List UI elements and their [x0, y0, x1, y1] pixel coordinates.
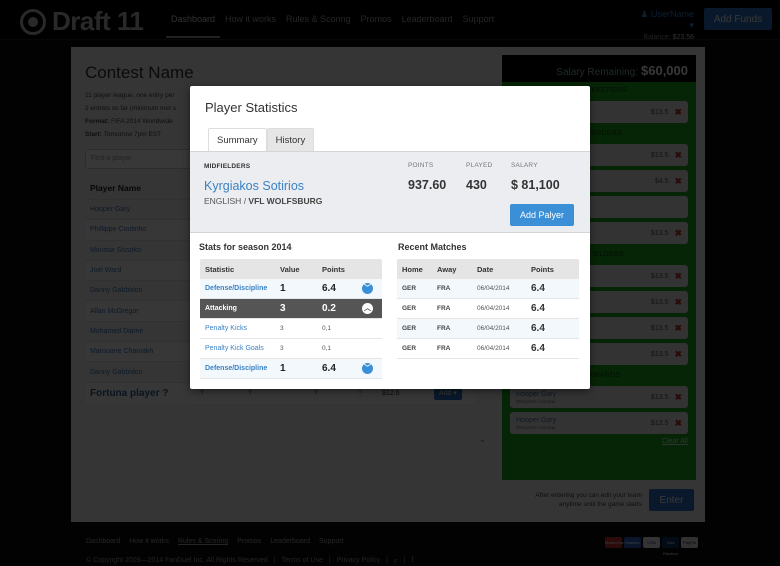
stat-points: 6.4: [322, 363, 336, 374]
points-value: 937.60: [408, 178, 447, 192]
stats-row[interactable]: Defense/Discipline 1 6.4 ﹀: [200, 359, 382, 379]
stat-value: 3: [280, 345, 284, 352]
add-player-button[interactable]: Add Palyer: [510, 204, 574, 226]
stat-points: 6.4: [322, 283, 336, 294]
salary-value: $ 81,100: [511, 178, 560, 192]
stat-name[interactable]: Penalty Kick Goals: [200, 345, 280, 352]
matches-section-title: Recent Matches: [398, 242, 467, 252]
stat-value: 1: [280, 283, 286, 294]
stat-name[interactable]: Defense/Discipline: [200, 365, 280, 372]
stats-row[interactable]: Attacking 3 0.2 ︿: [200, 299, 382, 319]
match-row: GER FRA 06/04/2014 6.4: [397, 279, 579, 299]
tab-summary[interactable]: Summary: [208, 128, 267, 152]
modal-tabs: Summary History: [208, 128, 315, 152]
toggle-cell: ﹀: [362, 363, 382, 374]
stats-table: Statistic Value Points Defense/Disciplin…: [200, 259, 382, 379]
col-statistic: Statistic: [205, 264, 235, 274]
stat-points: 0,1: [322, 345, 332, 352]
match-away: FRA: [437, 305, 451, 312]
player-position: MIDFIELDERS: [204, 163, 251, 170]
match-points: 6.4: [531, 303, 545, 314]
played-label: PLAYED: [466, 162, 493, 169]
match-row: GER FRA 06/04/2014 6.4: [397, 299, 579, 319]
col-away: Away: [437, 264, 457, 274]
match-date: 06/04/2014: [477, 305, 510, 312]
stat-name[interactable]: Penalty Kicks: [200, 325, 280, 332]
salary-label: SALARY: [511, 162, 538, 169]
match-points: 6.4: [531, 323, 545, 334]
chevron-down-icon[interactable]: ﹀: [362, 283, 373, 294]
match-home: GER: [402, 345, 417, 352]
modal-title: Player Statistics: [205, 100, 298, 115]
player-name: Kyrgiakos Sotirios: [204, 179, 305, 193]
stat-value: 1: [280, 363, 286, 374]
salary-stat: SALARY $ 81,100: [511, 162, 560, 192]
stat-points: 0.2: [322, 303, 336, 314]
match-row: GER FRA 06/04/2014 6.4: [397, 339, 579, 359]
player-nationality: ENGLISH: [204, 196, 242, 206]
match-date: 06/04/2014: [477, 325, 510, 332]
match-away: FRA: [437, 325, 451, 332]
player-club: VFL WOLFSBURG: [248, 196, 323, 206]
match-date: 06/04/2014: [477, 345, 510, 352]
recent-matches-table: Home Away Date Points GER FRA 06/04/2014 6.…: [397, 259, 579, 359]
player-statistics-modal: Player Statistics Summary History MIDFIE…: [190, 86, 590, 389]
points-stat: POINTS 937.60: [408, 162, 446, 192]
stats-table-header: Statistic Value Points: [200, 259, 382, 279]
stats-row: Penalty Kick Goals 3 0,1: [200, 339, 382, 359]
stat-points: 0,1: [322, 325, 332, 332]
match-points: 6.4: [531, 283, 545, 294]
match-row: GER FRA 06/04/2014 6.4: [397, 319, 579, 339]
played-value: 430: [466, 178, 487, 192]
stats-section-title: Stats for season 2014: [199, 242, 292, 252]
col-points: Points: [322, 264, 345, 274]
stats-row: Penalty Kicks 3 0,1: [200, 319, 382, 339]
chevron-up-icon[interactable]: ︿: [362, 303, 373, 314]
player-team: ENGLISH / VFL WOLFSBURG: [204, 196, 323, 206]
stats-row[interactable]: Defense/Discipline 1 6.4 ﹀: [200, 279, 382, 299]
toggle-cell: ︿: [362, 303, 382, 314]
col-home: Home: [402, 264, 423, 274]
match-home: GER: [402, 305, 417, 312]
col-date: Date: [477, 264, 494, 274]
match-date: 06/04/2014: [477, 285, 510, 292]
match-away: FRA: [437, 345, 451, 352]
col-value: Value: [280, 264, 300, 274]
stat-name[interactable]: Defense/Discipline: [200, 285, 280, 292]
toggle-cell: ﹀: [362, 283, 382, 294]
stat-value: 3: [280, 325, 284, 332]
match-home: GER: [402, 325, 417, 332]
chevron-down-icon[interactable]: ﹀: [362, 363, 373, 374]
tab-history[interactable]: History: [266, 128, 315, 151]
played-stat: PLAYED 430: [466, 162, 492, 192]
match-away: FRA: [437, 285, 451, 292]
matches-table-header: Home Away Date Points: [397, 259, 579, 279]
match-points: 6.4: [531, 343, 545, 354]
col-points: Points: [531, 264, 554, 274]
points-label: POINTS: [408, 162, 434, 169]
stat-name: Attacking: [205, 305, 237, 312]
stat-value: 3: [280, 303, 286, 314]
match-home: GER: [402, 285, 417, 292]
